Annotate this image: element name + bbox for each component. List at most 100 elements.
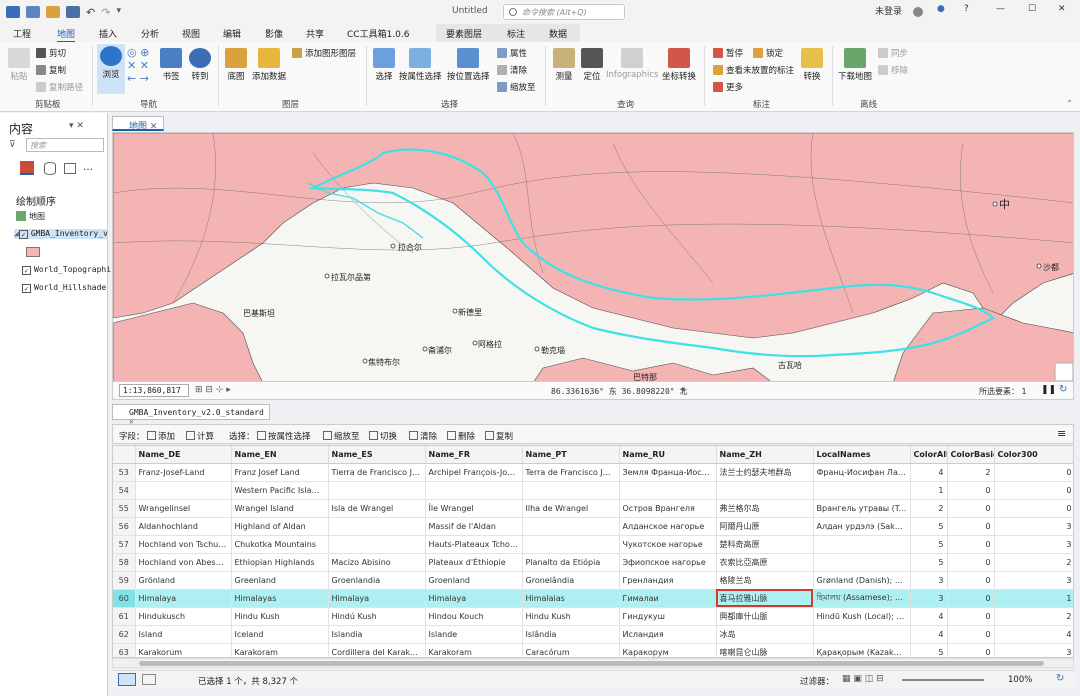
layer-checkbox[interactable]: ✓ xyxy=(22,284,31,293)
table-cell[interactable]: 3 xyxy=(994,571,1073,590)
add-graphics-layer-button[interactable]: 添加图形图层 xyxy=(292,47,356,59)
layer-topographic[interactable]: ✓ World_Topographi xyxy=(22,265,111,275)
table-cell[interactable]: Karakoram xyxy=(231,643,329,657)
table-cell[interactable]: 格陵兰岛 xyxy=(716,571,814,590)
table-cell[interactable]: Hindú Kush xyxy=(328,607,426,626)
pane-options-icon[interactable]: ▾ ✕ xyxy=(69,121,84,131)
layer-symbol-swatch[interactable] xyxy=(26,247,40,257)
row-number[interactable]: 58 xyxy=(113,553,136,572)
tab-project[interactable]: 工程 xyxy=(13,27,31,40)
list-by-source-icon[interactable] xyxy=(44,162,56,175)
clear-selection-button[interactable]: 清除 xyxy=(497,64,527,76)
list-by-drawing-order-icon[interactable] xyxy=(20,161,34,175)
table-cell[interactable]: Himalaya xyxy=(425,589,523,608)
column-header[interactable]: Name_DE xyxy=(135,446,232,464)
coordinate-convert-button[interactable]: 坐标转换 xyxy=(662,48,696,82)
zoom-nav-icons[interactable]: ◎ ⊕ ✕ ✕ ← → xyxy=(127,46,149,85)
row-number[interactable]: 56 xyxy=(113,517,136,536)
add-field-button[interactable]: 添加 xyxy=(147,430,175,442)
more-options-icon[interactable]: … xyxy=(83,162,93,173)
table-cell[interactable]: 3 xyxy=(910,571,948,590)
table-cell[interactable]: 0 xyxy=(947,643,995,657)
sync-button[interactable]: 同步 xyxy=(878,47,908,59)
tab-map[interactable]: 地图 xyxy=(57,27,76,43)
table-cell[interactable]: 3 xyxy=(994,517,1073,536)
table-cell[interactable]: Groenland xyxy=(425,571,523,590)
table-cell[interactable]: Terra de Francisco José xyxy=(522,463,620,482)
column-header[interactable]: ColorAll xyxy=(910,446,948,464)
basemap-button[interactable]: 底图 xyxy=(225,48,247,82)
table-cell[interactable] xyxy=(328,481,426,500)
table-zoom-level[interactable]: 100% xyxy=(1008,675,1032,685)
table-cell[interactable]: Остров Врангеля xyxy=(619,499,717,518)
column-header[interactable]: Name_RU xyxy=(619,446,717,464)
open-icon[interactable] xyxy=(46,6,60,18)
remove-offline-button[interactable]: 移除 xyxy=(878,64,908,76)
attribute-table[interactable]: Name_DE Name_EN Name_ES Name_FR Name_PT Name_… xyxy=(112,445,1074,658)
table-row[interactable]: 60 Himalaya Himalayas Himalaya Himalaya Himal… xyxy=(113,589,1073,608)
row-number[interactable]: 59 xyxy=(113,571,136,590)
coordinate-format-icon[interactable]: ▾ xyxy=(681,385,685,394)
table-cell[interactable] xyxy=(619,481,717,500)
tab-edit[interactable]: 编辑 xyxy=(223,27,241,40)
table-cell[interactable]: Cordillera del Karakóru... xyxy=(328,643,426,657)
table-cell[interactable]: Hindukusch xyxy=(135,607,232,626)
table-cell[interactable]: Эфиопское нагорье xyxy=(619,553,717,572)
table-cell[interactable]: 0 xyxy=(994,463,1073,482)
layer-map[interactable]: 地图 xyxy=(16,211,45,222)
table-cell[interactable]: Massif de l'Aldan xyxy=(425,517,523,536)
customize-icon[interactable]: ▾ xyxy=(116,6,121,18)
list-by-selection-icon[interactable] xyxy=(64,163,76,174)
column-header[interactable] xyxy=(113,446,136,464)
table-cell[interactable] xyxy=(813,535,911,554)
table-row[interactable]: 54 Western Pacific Islands 1 0 0 xyxy=(113,481,1073,500)
table-cell[interactable]: 0 xyxy=(947,607,995,626)
pause-labeling-button[interactable]: 暂停 xyxy=(713,47,743,59)
goto-xy-button[interactable]: 转到 xyxy=(189,48,211,82)
tab-share[interactable]: 共享 xyxy=(306,27,324,40)
row-number[interactable]: 63 xyxy=(113,643,136,657)
horizontal-scrollbar[interactable] xyxy=(112,658,1074,668)
row-number[interactable]: 53 xyxy=(113,463,136,482)
paste-button[interactable]: 粘贴 xyxy=(8,48,30,82)
filter-icon[interactable]: ⊽ xyxy=(9,140,16,150)
row-number[interactable]: 57 xyxy=(113,535,136,554)
table-menu-icon[interactable]: ≡ xyxy=(1057,427,1066,440)
select-by-location-button[interactable]: 按位置选择 xyxy=(447,48,490,82)
table-cell[interactable]: Plateaux d'Éthiopie xyxy=(425,553,523,572)
show-selected-records-icon[interactable] xyxy=(142,674,156,685)
table-cell[interactable]: 0 xyxy=(947,553,995,572)
table-cell[interactable] xyxy=(813,481,911,500)
attributes-button[interactable]: 属性 xyxy=(497,47,527,59)
undo-icon[interactable]: ↶ xyxy=(86,6,95,19)
table-cell[interactable]: Isla de Wrangel xyxy=(328,499,426,518)
table-cell[interactable]: Wrangel Island xyxy=(231,499,329,518)
map-canvas[interactable]: 拉合尔 拉瓦尔品第 巴基斯坦 新德里 斋浦尔 阿格拉 勒克瑙 焦特布尔 巴特那 … xyxy=(113,133,1074,382)
map-nav-icons[interactable]: ⊞ ⊟ ⊹ ▸ xyxy=(195,385,231,395)
table-row[interactable]: 53 Franz-Josef-Land Franz Josef Land Tierra… xyxy=(113,463,1073,482)
table-cell[interactable]: 2 xyxy=(947,463,995,482)
tab-view[interactable]: 视图 xyxy=(182,27,200,40)
table-cell[interactable] xyxy=(328,517,426,536)
table-cell[interactable]: Himalaya xyxy=(135,589,232,608)
table-cell[interactable]: 衣索比亞高原 xyxy=(716,553,814,572)
table-cell[interactable]: 4 xyxy=(910,607,948,626)
minimize-icon[interactable]: — xyxy=(996,4,1005,14)
table-cell[interactable]: Гренландия xyxy=(619,571,717,590)
table-cell[interactable]: Caracórum xyxy=(522,643,620,657)
table-cell[interactable]: 2 xyxy=(994,553,1073,572)
tab-cc-toolbox[interactable]: CC工具箱1.0.6 xyxy=(347,27,409,40)
table-cell[interactable]: 0 xyxy=(947,517,995,536)
table-cell[interactable]: 法兰士约瑟夫地群岛 xyxy=(716,463,814,482)
table-cell[interactable]: 0 xyxy=(994,481,1073,500)
explore-button[interactable]: 浏览 xyxy=(97,44,125,94)
layer-gmba[interactable]: ◢ ✓ GMBA_Inventory_v xyxy=(14,229,108,239)
switch-selection-button[interactable]: 切换 xyxy=(369,430,397,442)
project-icon[interactable] xyxy=(6,6,20,18)
table-row[interactable]: 57 Hochland von Tschuko... Chukotka Mounta… xyxy=(113,535,1073,554)
table-cell[interactable]: 冰岛 xyxy=(716,625,814,644)
refresh-icon[interactable]: ↻ xyxy=(1059,384,1067,395)
layer-checkbox[interactable]: ✓ xyxy=(22,266,31,275)
row-number[interactable]: 55 xyxy=(113,499,136,518)
table-cell[interactable]: Франц-Иосифан Латт... xyxy=(813,463,911,482)
